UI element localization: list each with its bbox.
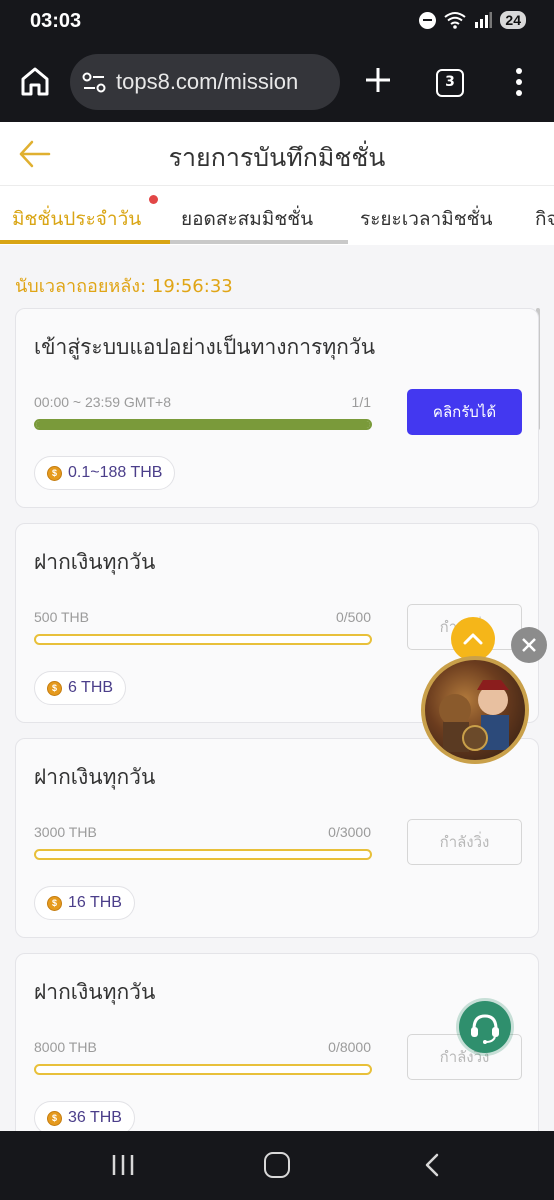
coin-icon: $ xyxy=(47,680,62,696)
new-tab-icon[interactable] xyxy=(362,64,394,96)
headset-icon xyxy=(471,1014,499,1044)
back-nav-icon[interactable] xyxy=(422,1152,442,1178)
mission-card: ฝากเงินทุกวัน 3000 THB 0/3000 กำลังวิ่ง … xyxy=(15,738,539,938)
reward-badge: $ 16 THB xyxy=(34,886,135,920)
system-nav-bar xyxy=(0,1131,554,1200)
game-characters-image xyxy=(439,680,509,752)
mission-progress-bar xyxy=(34,419,372,430)
notification-dot xyxy=(149,195,158,204)
home-icon[interactable] xyxy=(18,64,52,98)
tab-switcher-button[interactable]: 3 xyxy=(436,69,464,97)
countdown-value: 19:56:33 xyxy=(151,276,233,297)
url-text[interactable]: tops8.com/mission xyxy=(116,69,298,95)
customer-support-button[interactable] xyxy=(459,1001,511,1053)
chevron-up-icon xyxy=(463,633,483,645)
battery-icon: 24 xyxy=(500,11,526,29)
home-nav-icon[interactable] xyxy=(264,1152,290,1178)
reward-amount: 0.1~188 THB xyxy=(68,464,163,481)
tab-accumulated-missions[interactable]: ยอดสะสมมิชชั่น xyxy=(181,204,313,234)
page-title: รายการบันทึกมิชชั่น xyxy=(168,143,386,172)
wifi-icon xyxy=(444,11,467,29)
mission-progress-bar xyxy=(34,1064,372,1075)
reward-amount: 16 THB xyxy=(68,894,122,911)
recent-apps-icon[interactable] xyxy=(110,1153,136,1177)
mission-title: ฝากเงินทุกวัน xyxy=(34,550,156,574)
mission-progress-count: 1/1 xyxy=(351,394,371,410)
tab-daily-missions[interactable]: มิชชั่นประจำวัน xyxy=(12,204,141,234)
scroll-to-top-button[interactable] xyxy=(451,617,495,661)
close-icon xyxy=(522,638,536,652)
close-float-button[interactable] xyxy=(511,627,547,663)
countdown-label: นับเวลาถอยหลัง: xyxy=(15,276,147,297)
tab-timed-missions[interactable]: ระยะเวลามิชชั่น xyxy=(360,204,493,234)
browser-toolbar: tops8.com/mission 3 xyxy=(0,44,554,122)
mission-progress-label: 8000 THB xyxy=(34,1039,97,1055)
mission-progress-fill xyxy=(36,421,370,428)
signal-icon xyxy=(474,12,493,28)
tab-active-indicator xyxy=(0,240,170,244)
mission-list: นับเวลาถอยหลัง: 19:56:33 เข้าสู่ระบบแอปอ… xyxy=(0,245,554,1131)
mission-progress-label: 500 THB xyxy=(34,609,89,625)
mission-card: เข้าสู่ระบบแอปอย่างเป็นทางการทุกวัน 00:0… xyxy=(15,308,539,508)
mission-progress-bar xyxy=(34,634,372,645)
mission-progress-bar xyxy=(34,849,372,860)
coin-icon: $ xyxy=(47,465,62,481)
mission-tabs: มิชชั่นประจำวัน ยอดสะสมมิชชั่น ระยะเวลาม… xyxy=(0,187,554,245)
page-header: รายการบันทึกมิชชั่น xyxy=(0,122,554,186)
reward-badge: $ 6 THB xyxy=(34,671,127,705)
mission-title: ฝากเงินทุกวัน xyxy=(34,765,156,789)
site-settings-icon[interactable] xyxy=(82,72,106,94)
mission-progress-label: 00:00 ~ 23:59 GMT+8 xyxy=(34,394,171,410)
status-icons: 24 xyxy=(419,11,526,29)
promo-game-avatar[interactable] xyxy=(421,656,529,764)
reward-amount: 6 THB xyxy=(68,679,114,696)
mission-progress-count: 0/8000 xyxy=(328,1039,371,1055)
coin-icon: $ xyxy=(47,895,62,911)
reward-badge: $ 0.1~188 THB xyxy=(34,456,176,490)
countdown: นับเวลาถอยหลัง: 19:56:33 xyxy=(15,271,233,300)
mission-title: เข้าสู่ระบบแอปอย่างเป็นทางการทุกวัน xyxy=(34,335,376,359)
mission-progress-count: 0/3000 xyxy=(328,824,371,840)
mission-title: ฝากเงินทุกวัน xyxy=(34,980,156,1004)
reward-amount: 36 THB xyxy=(68,1109,122,1126)
tab-activities[interactable]: กิจ xyxy=(535,204,554,234)
claim-button[interactable]: คลิกรับได้ xyxy=(407,389,522,435)
mission-progress-label: 3000 THB xyxy=(34,824,97,840)
address-bar[interactable]: tops8.com/mission xyxy=(70,54,340,110)
status-bar: 03:03 24 xyxy=(0,0,554,44)
coin-icon: $ xyxy=(47,1110,62,1126)
status-time: 03:03 xyxy=(30,10,82,32)
in-progress-button[interactable]: กำลังวิ่ง xyxy=(407,819,522,865)
more-menu-icon[interactable] xyxy=(506,66,532,100)
reward-badge: $ 36 THB xyxy=(34,1101,135,1131)
do-not-disturb-icon xyxy=(419,11,437,29)
mission-progress-count: 0/500 xyxy=(335,609,371,625)
